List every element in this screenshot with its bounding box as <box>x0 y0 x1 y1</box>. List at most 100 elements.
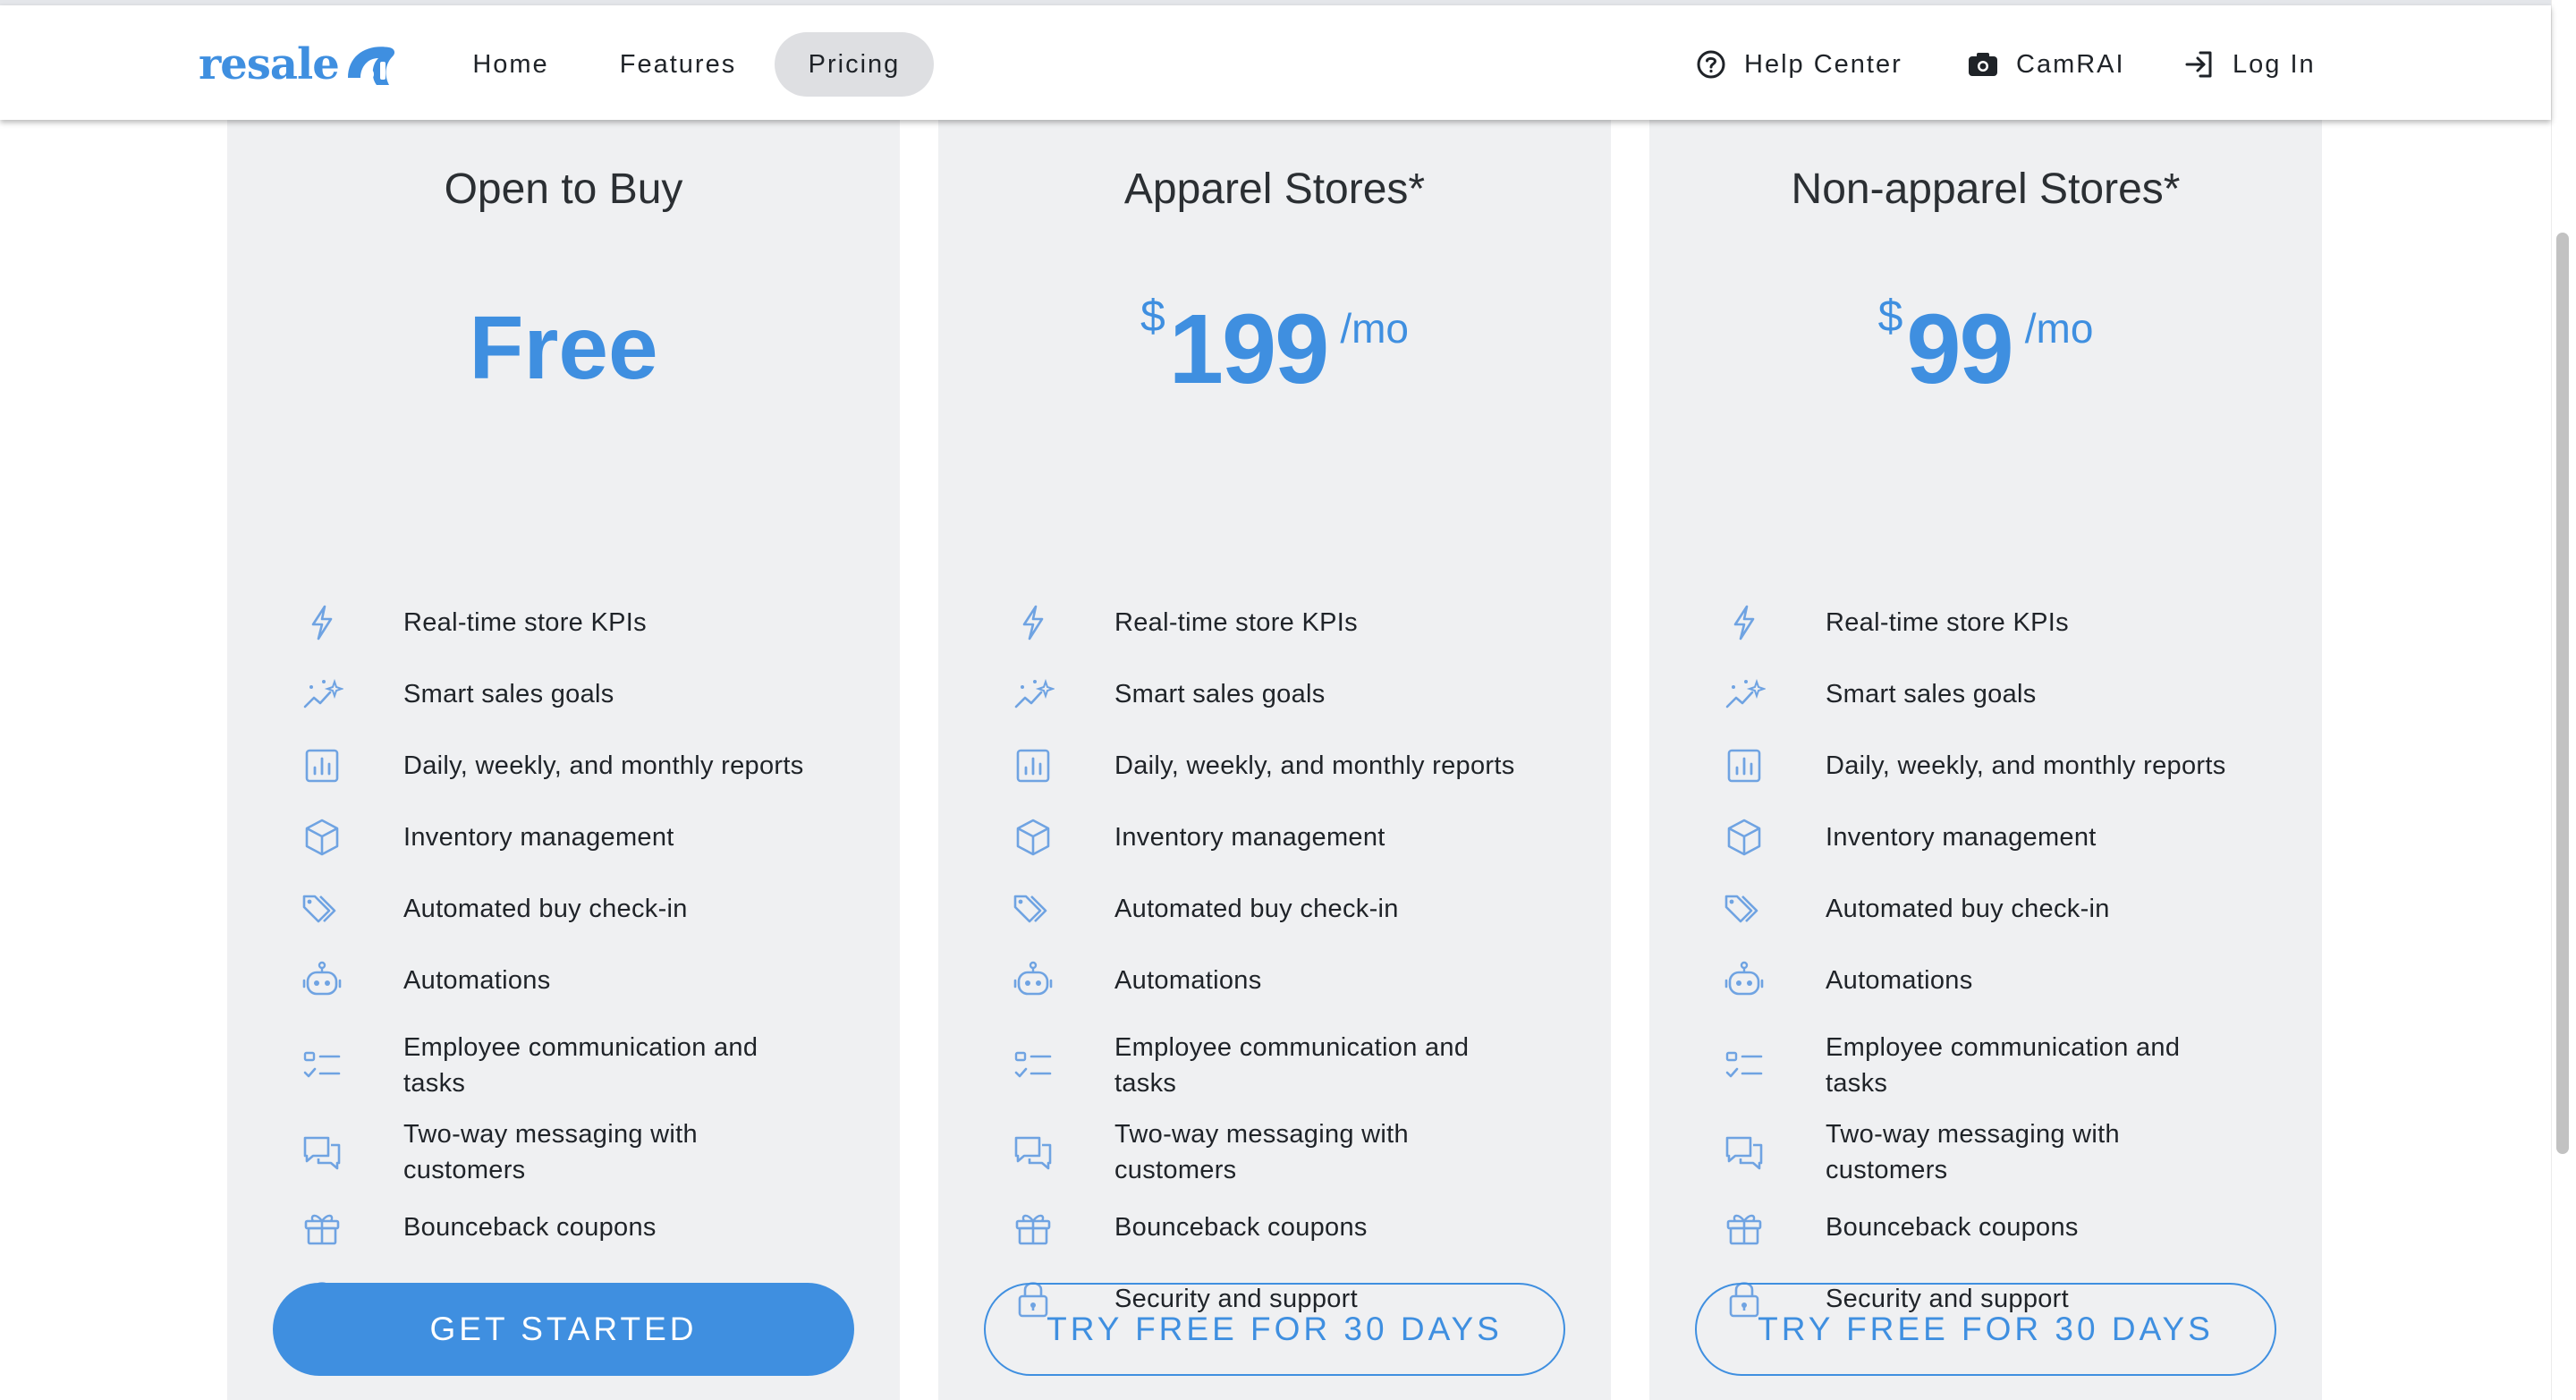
gift-icon <box>1012 1206 1055 1249</box>
feature-label: Daily, weekly, and monthly reports <box>403 751 804 780</box>
feature-item: Two-way messaging with customers <box>227 1116 900 1188</box>
plan-price: Free <box>469 298 658 398</box>
feature-item: Inventory management <box>227 816 900 859</box>
feature-label: Daily, weekly, and monthly reports <box>1114 751 1515 780</box>
plan-title: Open to Buy <box>444 165 683 213</box>
feature-label: Automated buy check-in <box>403 895 688 923</box>
camrai-label: CamRAI <box>2016 49 2125 79</box>
feature-label: Smart sales goals <box>1826 680 2037 708</box>
feature-label: Real-time store KPIs <box>1826 608 2069 637</box>
get-started-button[interactable]: GET STARTED <box>273 1283 854 1376</box>
try-free-button[interactable]: TRY FREE FOR 30 DAYS <box>984 1283 1565 1376</box>
bar-chart-icon <box>301 744 343 787</box>
login-icon <box>2182 47 2216 81</box>
bolt-icon <box>1723 601 1766 644</box>
checklist-icon <box>301 1044 343 1087</box>
nav-features[interactable]: Features <box>605 32 751 97</box>
feature-label: Daily, weekly, and monthly reports <box>1826 751 2226 780</box>
resale-ai-logo[interactable]: resale <box>199 36 402 93</box>
feature-item: Bounceback coupons <box>1649 1206 2322 1249</box>
feature-item: Daily, weekly, and monthly reports <box>227 744 900 787</box>
sparkle-trend-icon <box>301 673 343 716</box>
feature-label: Inventory management <box>1826 823 2097 852</box>
plan-card-apparel: Apparel Stores* $ 199 /mo Real-time stor… <box>938 120 1611 1400</box>
tags-icon <box>301 887 343 930</box>
help-center-link[interactable]: Help Center <box>1694 32 1902 97</box>
price-period: /mo <box>1340 305 1410 352</box>
tags-icon <box>1723 887 1766 930</box>
plan-title: Non-apparel Stores* <box>1791 165 2181 213</box>
feature-item: Smart sales goals <box>938 673 1611 716</box>
price-amount: 99 <box>1906 294 2013 404</box>
nav-home[interactable]: Home <box>456 32 565 97</box>
feature-label: Automated buy check-in <box>1114 895 1399 923</box>
feature-label: Inventory management <box>1114 823 1385 852</box>
box-icon <box>1012 816 1055 859</box>
feature-item: Real-time store KPIs <box>227 601 900 644</box>
bar-chart-icon <box>1012 744 1055 787</box>
feature-item: Automations <box>938 959 1611 1002</box>
tags-icon <box>1012 887 1055 930</box>
feature-label: Two-way messaging with customers <box>403 1120 698 1184</box>
sparkle-trend-icon <box>1723 673 1766 716</box>
logo-ai-mark <box>341 38 398 90</box>
feature-label: Inventory management <box>403 823 674 852</box>
feature-item: Bounceback coupons <box>227 1206 900 1249</box>
feature-item: Daily, weekly, and monthly reports <box>938 744 1611 787</box>
nav-pricing[interactable]: Pricing <box>775 32 934 97</box>
price-period: /mo <box>2024 305 2094 352</box>
feature-label: Smart sales goals <box>1114 680 1326 708</box>
feature-item: Automated buy check-in <box>938 887 1611 930</box>
feature-label: Employee communication and tasks <box>1114 1033 1470 1098</box>
robot-icon <box>301 959 343 1002</box>
chat-icon <box>1723 1131 1766 1174</box>
feature-item: Employee communication and tasks <box>1649 1030 2322 1101</box>
navbar: resale Home Features Pricing Help Center <box>0 5 2551 120</box>
plan-price: $ 99 /mo <box>1649 286 2322 399</box>
feature-item: Employee communication and tasks <box>227 1030 900 1101</box>
help-circle-icon <box>1694 47 1728 81</box>
feature-label: Two-way messaging with customers <box>1826 1120 2120 1184</box>
feature-item: Inventory management <box>1649 816 2322 859</box>
robot-icon <box>1723 959 1766 1002</box>
chat-icon <box>301 1131 343 1174</box>
checklist-icon <box>1012 1044 1055 1087</box>
help-center-label: Help Center <box>1744 49 1902 79</box>
feature-label: Automations <box>403 966 551 995</box>
feature-item: Two-way messaging with customers <box>938 1116 1611 1188</box>
bolt-icon <box>301 601 343 644</box>
plan-card-open-to-buy: Open to Buy Free Real-time store KPIs Sma… <box>227 120 900 1400</box>
checklist-icon <box>1723 1044 1766 1087</box>
logo-wordmark: resale <box>199 39 340 89</box>
price-amount: 199 <box>1168 294 1330 404</box>
plan-title: Apparel Stores* <box>1123 165 1426 213</box>
price-currency: $ <box>1140 291 1165 341</box>
feature-item: Automations <box>227 959 900 1002</box>
bolt-icon <box>1012 601 1055 644</box>
feature-item: Real-time store KPIs <box>938 601 1611 644</box>
login-link[interactable]: Log In <box>2182 32 2316 97</box>
camrai-link[interactable]: CamRAI <box>1966 32 2125 97</box>
feature-item: Real-time store KPIs <box>1649 601 2322 644</box>
feature-item: Two-way messaging with customers <box>1649 1116 2322 1188</box>
feature-label: Real-time store KPIs <box>403 608 647 637</box>
feature-item: Bounceback coupons <box>938 1206 1611 1249</box>
feature-item: Daily, weekly, and monthly reports <box>1649 744 2322 787</box>
feature-label: Smart sales goals <box>403 680 614 708</box>
try-free-button[interactable]: TRY FREE FOR 30 DAYS <box>1695 1283 2276 1376</box>
chat-icon <box>1012 1131 1055 1174</box>
feature-item: Employee communication and tasks <box>938 1030 1611 1101</box>
robot-icon <box>1012 959 1055 1002</box>
box-icon <box>301 816 343 859</box>
login-label: Log In <box>2233 49 2316 79</box>
scrollbar-thumb[interactable] <box>2556 233 2569 1154</box>
feature-label: Automations <box>1826 966 1973 995</box>
feature-item: Smart sales goals <box>227 673 900 716</box>
feature-label: Automations <box>1114 966 1262 995</box>
feature-label: Two-way messaging with customers <box>1114 1120 1409 1184</box>
box-icon <box>1723 816 1766 859</box>
feature-item: Inventory management <box>938 816 1611 859</box>
price-currency: $ <box>1877 291 1903 341</box>
feature-label: Employee communication and tasks <box>403 1033 758 1098</box>
feature-item: Smart sales goals <box>1649 673 2322 716</box>
